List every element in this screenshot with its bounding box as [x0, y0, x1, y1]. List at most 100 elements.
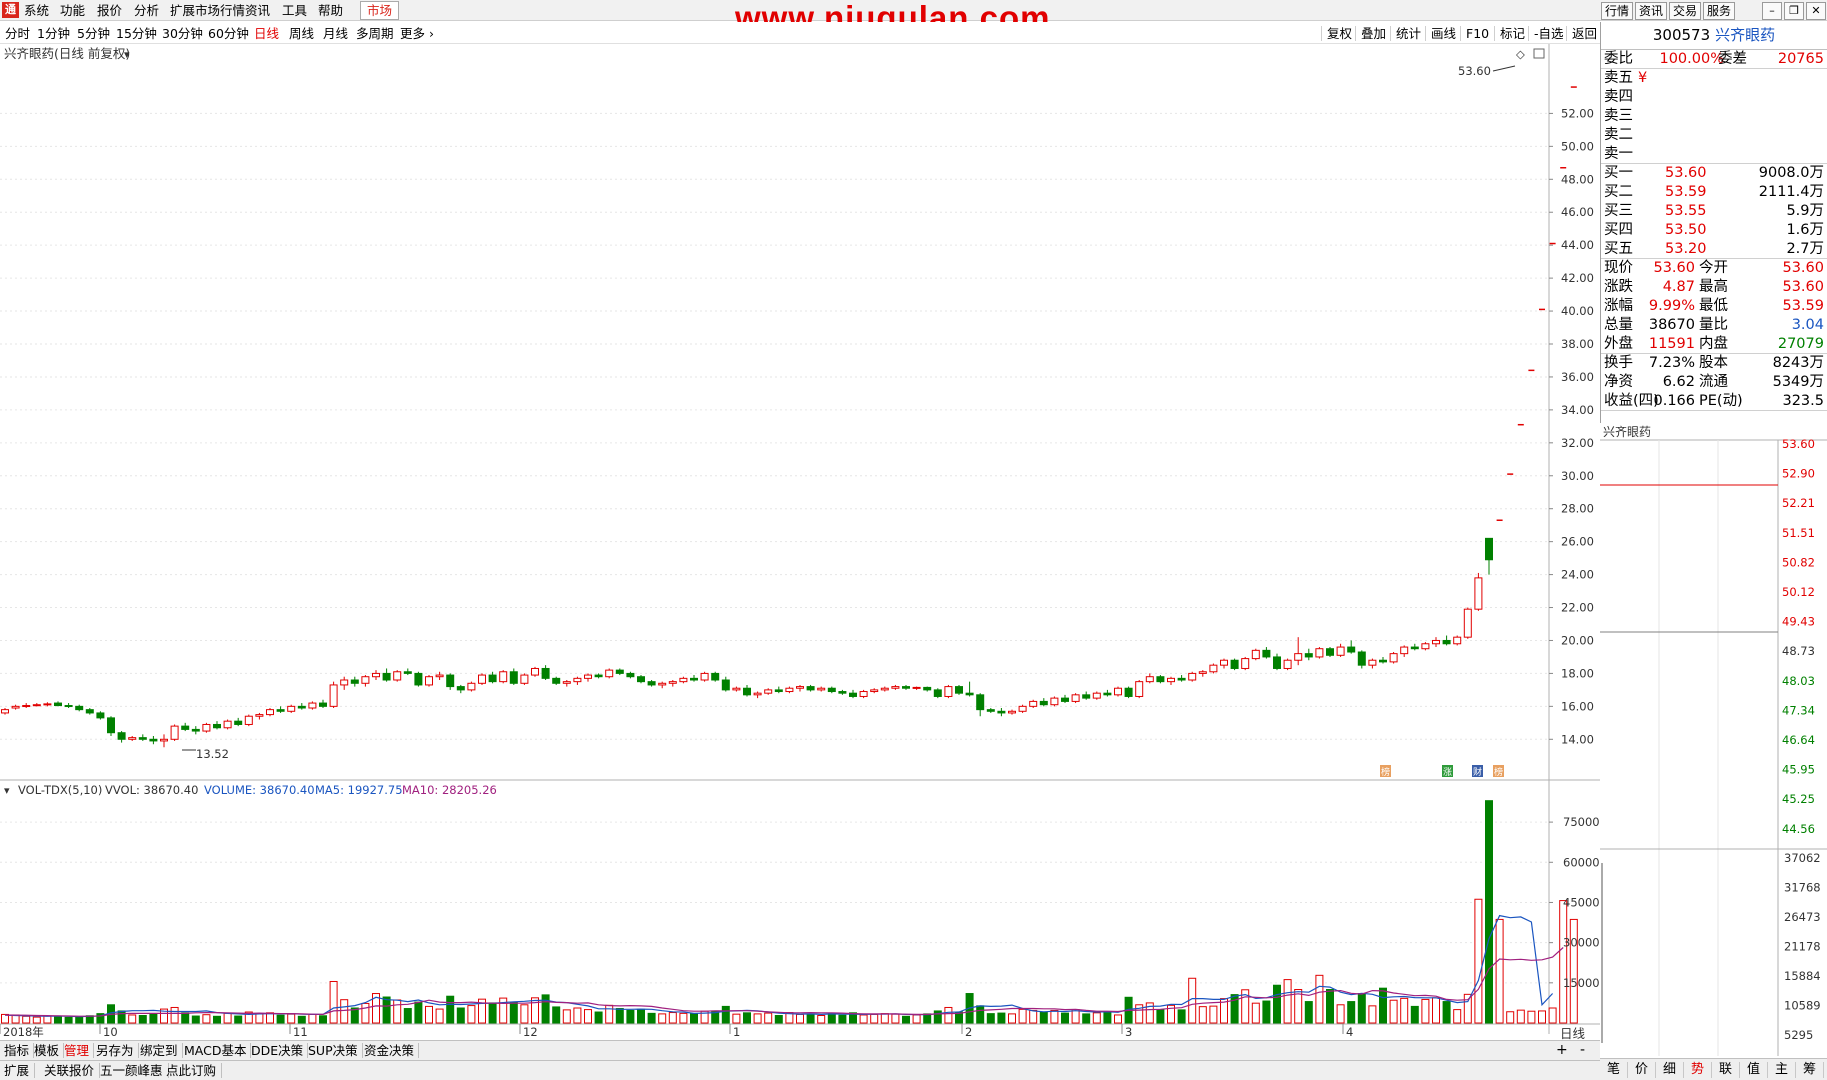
candle-body — [149, 738, 158, 742]
app-logo-icon[interactable]: 通 — [2, 2, 19, 18]
quote-header: 300573 兴齐眼药 — [1601, 22, 1827, 50]
candle-body — [753, 692, 762, 696]
rtab-value[interactable]: 值 — [1740, 1062, 1768, 1078]
period-60min[interactable]: 60分钟 — [208, 26, 249, 41]
period-multi[interactable]: 多周期 — [356, 26, 394, 41]
tab-indicator[interactable]: 指标 — [4, 1043, 35, 1058]
period-more[interactable]: 更多 — [400, 26, 425, 41]
rtab-detail[interactable]: 细 — [1656, 1062, 1684, 1078]
sell-row[interactable]: 卖二 — [1601, 126, 1827, 145]
chart-title-dropdown-icon[interactable]: ▾ — [124, 48, 130, 61]
period-30min[interactable]: 30分钟 — [162, 26, 203, 41]
volume-bar — [1304, 1001, 1313, 1024]
candle — [499, 670, 508, 684]
menu-tools[interactable]: 工具 — [282, 3, 307, 18]
toolbar-mark[interactable]: 标记 — [1494, 26, 1525, 41]
sell-row[interactable]: 卖一 — [1601, 145, 1827, 164]
market-tab[interactable]: 市场 — [360, 1, 400, 20]
menu-function[interactable]: 功能 — [60, 3, 85, 18]
tab-macd[interactable]: MACD基本 — [184, 1043, 252, 1058]
volume-bar — [986, 1013, 995, 1024]
buy-row[interactable]: 买二 53.59 2111.4万 — [1601, 183, 1827, 202]
volume-bar — [817, 1015, 826, 1024]
tab-dde[interactable]: DDE决策 — [251, 1043, 309, 1058]
volume-tick-label: 75000 — [1563, 815, 1600, 829]
rtab-link[interactable]: 联 — [1712, 1062, 1740, 1078]
fund-value-right: 8243万 — [1772, 355, 1824, 371]
menu-system[interactable]: 系统 — [24, 3, 49, 18]
toolbar-draw[interactable]: 画线 — [1425, 26, 1456, 41]
close-button[interactable]: ✕ — [1806, 2, 1826, 20]
status-promo[interactable]: 五一颜峰惠 — [100, 1063, 169, 1078]
menu-quote[interactable]: 报价 — [97, 3, 122, 18]
diamond-icon[interactable]: ◇ — [1516, 47, 1525, 61]
mini-intraday-chart[interactable]: 兴齐眼药 53.60 52.90 52.21 51.51 50.82 50.12 49.43… — [1600, 423, 1827, 1056]
buy-row[interactable]: 买五 53.20 2.7万 — [1601, 240, 1827, 259]
volume-bar — [488, 1002, 497, 1024]
rtab-main[interactable]: 主 — [1768, 1062, 1796, 1078]
menu-analysis[interactable]: 分析 — [134, 3, 159, 18]
buy-row[interactable]: 买三 53.55 5.9万 — [1601, 202, 1827, 221]
rtab-trend[interactable]: 势 — [1684, 1062, 1712, 1078]
toolbar-f10[interactable]: F10 — [1460, 26, 1489, 41]
candle — [202, 722, 211, 733]
candle-body — [1304, 653, 1313, 658]
rtab-chips[interactable]: 筹 — [1796, 1062, 1824, 1078]
sell-row[interactable]: 卖五 ¥ — [1601, 69, 1827, 88]
tab-fund-decision[interactable]: 资金决策 — [364, 1043, 420, 1058]
candle-body — [435, 674, 444, 678]
volume-bar — [1485, 800, 1493, 1024]
candle-body — [986, 709, 995, 712]
restore-button[interactable]: ❐ — [1784, 2, 1804, 20]
menu-news[interactable]: 资讯 — [245, 3, 270, 18]
main-chart[interactable]: 14.00 16.00 18.00 20.00 22.00 24.00 26.00 28.00… — [0, 44, 1600, 1040]
minimize-button[interactable]: – — [1762, 2, 1782, 20]
candle-body — [1463, 608, 1472, 638]
right-menu-news[interactable]: 资讯 — [1635, 2, 1667, 20]
toolbar-stats[interactable]: 统计 — [1390, 26, 1421, 41]
buy-row[interactable]: 买一 53.60 9008.0万 — [1601, 164, 1827, 183]
rtab-bi[interactable]: 笔 — [1600, 1062, 1628, 1078]
volume-bar — [1336, 1004, 1345, 1024]
period-monthly[interactable]: 月线 — [323, 26, 348, 41]
period-intraday[interactable]: 分时 — [5, 26, 30, 41]
tab-save-as[interactable]: 另存为 — [96, 1043, 139, 1058]
tab-sup[interactable]: SUP决策 — [308, 1043, 363, 1058]
period-weekly[interactable]: 周线 — [289, 26, 314, 41]
status-related-quote[interactable]: 关联报价 — [44, 1063, 101, 1078]
stock-name[interactable]: 兴齐眼药 — [1715, 26, 1775, 44]
rtab-price[interactable]: 价 — [1628, 1062, 1656, 1078]
candle-body — [372, 672, 380, 678]
candle — [700, 671, 709, 682]
period-1min[interactable]: 1分钟 — [37, 26, 70, 41]
toolbar-adjust[interactable]: 复权 — [1321, 26, 1352, 41]
right-menu-quote[interactable]: 行情 — [1601, 2, 1633, 20]
period-15min[interactable]: 15分钟 — [116, 26, 157, 41]
volume-dropdown-icon[interactable]: ▾ — [4, 784, 10, 797]
toolbar-overlay[interactable]: 叠加 — [1355, 26, 1386, 41]
toolbar-back[interactable]: 返回 — [1566, 26, 1597, 41]
sell-row[interactable]: 卖三 — [1601, 107, 1827, 126]
volume-bar — [1071, 1009, 1080, 1024]
zoom-out-button[interactable]: - — [1580, 1042, 1585, 1058]
menu-ext-market[interactable]: 扩展市场行情 — [170, 3, 245, 18]
toolbar-watchlist[interactable]: -自选 — [1528, 26, 1564, 41]
status-subscribe[interactable]: 点此订购 — [166, 1063, 223, 1078]
buy-row[interactable]: 买四 53.50 1.6万 — [1601, 221, 1827, 240]
candle-body — [1389, 653, 1398, 663]
status-expand[interactable]: 扩展 — [4, 1063, 36, 1078]
menu-help[interactable]: 帮助 — [318, 3, 343, 18]
more-chevron-icon[interactable]: › — [429, 26, 434, 41]
candle — [1124, 686, 1133, 699]
tab-bind-to[interactable]: 绑定到 — [140, 1043, 183, 1058]
tab-template[interactable]: 模板 — [34, 1043, 65, 1058]
tab-manage[interactable]: 管理 — [64, 1043, 95, 1058]
zoom-in-button[interactable]: + — [1556, 1042, 1568, 1058]
right-menu-trade[interactable]: 交易 — [1669, 2, 1701, 20]
volume-bar — [340, 999, 349, 1024]
period-5min[interactable]: 5分钟 — [77, 26, 110, 41]
sell-row[interactable]: 卖四 — [1601, 88, 1827, 107]
candle-body — [1410, 646, 1419, 650]
right-menu-service[interactable]: 服务 — [1703, 2, 1735, 20]
period-daily[interactable]: 日线 — [254, 26, 279, 41]
